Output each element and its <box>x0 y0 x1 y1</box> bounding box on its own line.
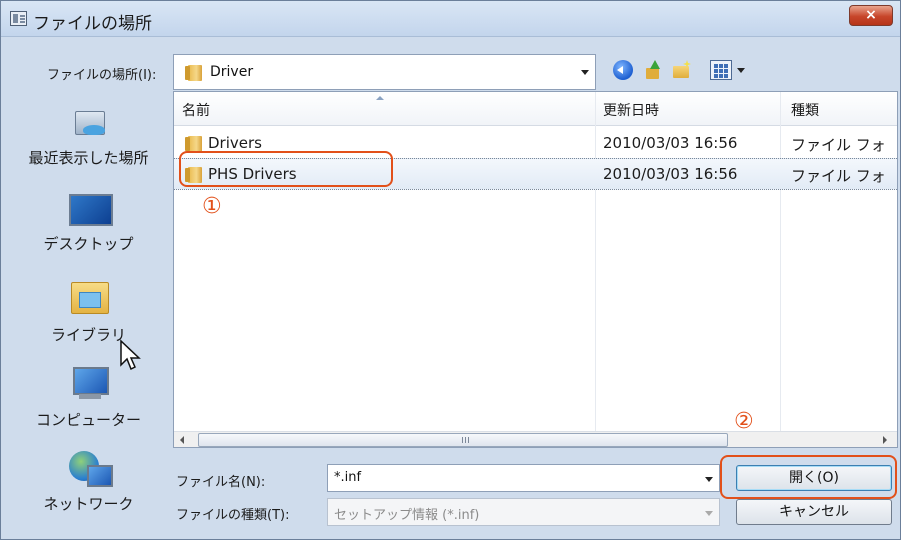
filetype-select[interactable]: セットアップ情報 (*.inf) <box>327 498 720 526</box>
close-button[interactable]: × <box>849 5 893 26</box>
column-header-name[interactable]: 名前 <box>182 100 210 120</box>
filename-input[interactable]: *.inf <box>327 464 720 492</box>
annotation-highlight-folder <box>179 151 393 187</box>
file-list[interactable]: 名前 更新日時 種類 Drivers 2010/03/03 16:56 ファイル… <box>173 91 898 448</box>
horizontal-scrollbar[interactable] <box>174 431 897 447</box>
file-type: ファイル フォ <box>791 136 886 154</box>
place-recent[interactable]: 最近表示した場所 <box>11 95 166 181</box>
chevron-down-icon[interactable] <box>737 68 745 73</box>
library-icon <box>69 280 109 316</box>
lookin-label: ファイルの場所(I): <box>47 68 157 83</box>
filetype-value: セットアップ情報 (*.inf) <box>334 508 480 523</box>
filename-value: *.inf <box>334 470 362 485</box>
up-folder-icon[interactable] <box>643 60 663 80</box>
place-label: ライブラリ <box>50 326 126 344</box>
place-label: コンピューター <box>35 411 141 429</box>
filename-label: ファイル名(N): <box>176 475 266 490</box>
new-folder-icon[interactable] <box>671 60 691 80</box>
window-title: ファイルの場所 <box>33 14 152 34</box>
place-library[interactable]: ライブラリ <box>11 278 166 364</box>
place-network[interactable]: ネットワーク <box>11 449 166 535</box>
sort-ascending-icon <box>376 96 384 100</box>
annotation-highlight-open <box>720 455 897 499</box>
place-computer[interactable]: コンピューター <box>11 365 166 451</box>
column-header-modified[interactable]: 更新日時 <box>603 100 659 120</box>
column-header-row: 名前 更新日時 種類 <box>174 92 897 126</box>
chevron-down-icon[interactable] <box>581 70 589 75</box>
scroll-right-icon[interactable] <box>883 436 887 444</box>
place-label: ネットワーク <box>43 495 134 513</box>
file-type: ファイル フォ <box>791 167 886 185</box>
scrollbar-grip-icon <box>462 437 469 443</box>
network-icon <box>69 451 113 487</box>
place-label: 最近表示した場所 <box>28 149 149 167</box>
title-bar: ファイルの場所 × <box>1 1 900 37</box>
annotation-step-2: ② <box>734 409 754 434</box>
mouse-cursor-icon <box>120 339 141 371</box>
chevron-down-icon[interactable] <box>705 477 713 482</box>
place-label: デスクトップ <box>43 235 134 253</box>
file-name: Drivers <box>208 134 262 152</box>
views-menu-icon[interactable] <box>710 60 732 80</box>
lookin-combobox[interactable]: Driver <box>173 54 596 90</box>
desktop-icon <box>69 190 113 226</box>
recent-places-icon <box>69 105 109 141</box>
back-icon[interactable] <box>613 60 633 80</box>
file-modified: 2010/03/03 16:56 <box>603 165 738 183</box>
annotation-step-1: ① <box>202 194 222 219</box>
computer-icon <box>69 367 109 403</box>
cancel-button[interactable]: キャンセル <box>736 499 892 525</box>
folder-icon <box>185 136 202 152</box>
lookin-value: Driver <box>210 64 254 80</box>
scroll-left-icon[interactable] <box>180 436 184 444</box>
places-bar: 最近表示した場所 デスクトップ ライブラリ コンピューター ネットワーク <box>11 93 166 531</box>
place-desktop[interactable]: デスクトップ <box>11 188 166 274</box>
folder-icon <box>185 65 202 81</box>
column-header-type[interactable]: 種類 <box>791 100 819 120</box>
dialog-icon <box>10 11 27 26</box>
file-modified: 2010/03/03 16:56 <box>603 134 738 152</box>
scrollbar-thumb[interactable] <box>198 433 728 447</box>
filetype-label: ファイルの種類(T): <box>176 508 290 523</box>
file-open-dialog: ファイルの場所 × ファイルの場所(I): Driver 最近表示した場所 デス… <box>0 0 901 540</box>
chevron-down-icon[interactable] <box>705 511 713 516</box>
